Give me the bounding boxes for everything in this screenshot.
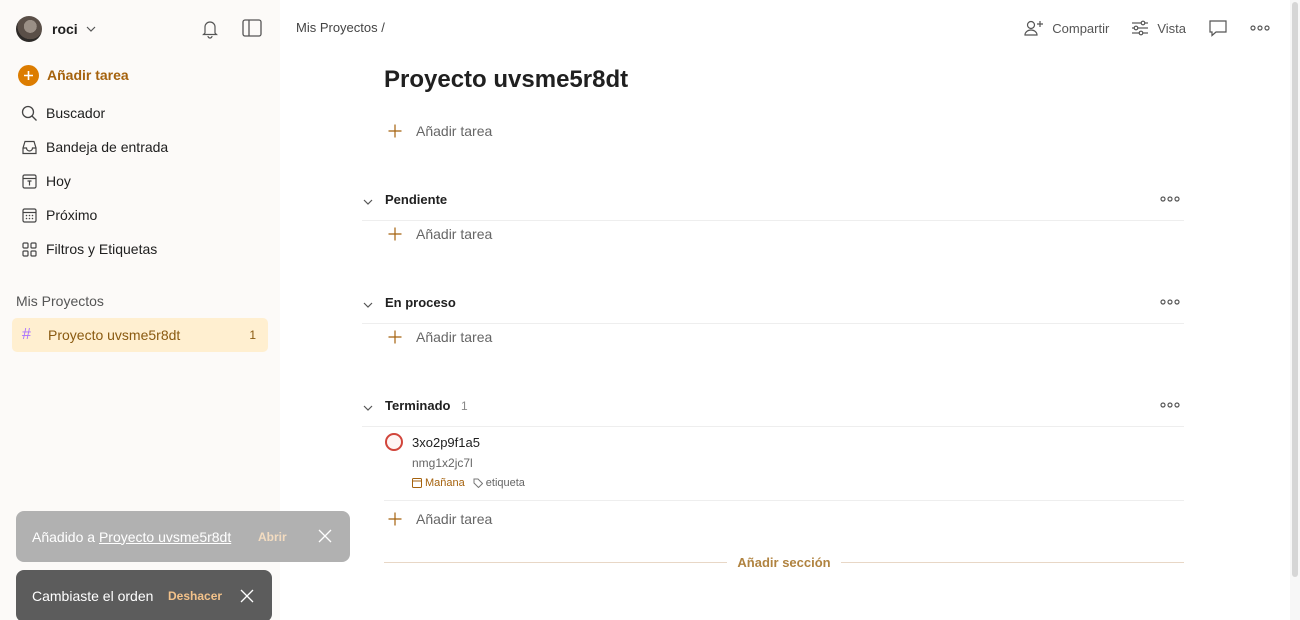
section-name[interactable]: En proceso: [385, 295, 456, 310]
divider: [384, 561, 728, 563]
calendar-upcoming-icon: [20, 206, 38, 224]
scrollbar[interactable]: [1290, 0, 1300, 620]
page-title[interactable]: Proyecto uvsme5r8dt: [384, 66, 628, 94]
project-count: 1: [249, 328, 256, 342]
toast-added: Añadido a Proyecto uvsme5r8dt Abrir: [16, 511, 350, 562]
add-task-label: Añadir tarea: [416, 329, 493, 345]
toast-project-link[interactable]: Proyecto uvsme5r8dt: [99, 529, 231, 545]
search-icon: [20, 104, 38, 122]
plus-icon: [388, 124, 402, 138]
sidebar-item-search[interactable]: Buscador: [12, 96, 268, 130]
toast-text: Añadido a Proyecto uvsme5r8dt: [32, 529, 231, 545]
toast-prefix: Añadido a: [32, 528, 96, 545]
more-button[interactable]: [1250, 25, 1270, 31]
add-task-row[interactable]: Añadir tarea: [388, 224, 492, 244]
task-label[interactable]: etiqueta: [473, 477, 525, 489]
sidebar-item-today[interactable]: Hoy: [12, 164, 268, 198]
undo-button[interactable]: Deshacer: [168, 589, 222, 603]
share-button[interactable]: Compartir: [1024, 19, 1109, 37]
section-name[interactable]: Pendiente: [385, 192, 447, 207]
user-menu[interactable]: roci: [16, 16, 96, 42]
task-meta: Mañana etiqueta: [412, 477, 525, 489]
comments-button[interactable]: [1208, 19, 1228, 37]
comment-icon: [1209, 20, 1227, 37]
add-task-label: Añadir tarea: [416, 226, 493, 242]
more-icon: [1250, 25, 1270, 31]
divider: [840, 561, 1185, 563]
add-person-icon: [1024, 20, 1044, 36]
more-icon[interactable]: [1160, 196, 1180, 202]
close-icon[interactable]: [318, 529, 332, 543]
section-count: 1: [461, 399, 468, 413]
tag-icon: [473, 478, 483, 488]
add-task-label: Añadir tarea: [47, 67, 129, 83]
avatar: [16, 16, 42, 42]
add-task-button[interactable]: Añadir tarea: [18, 64, 129, 86]
task-description: nmg1x2jc7l: [412, 456, 473, 470]
section-header: En proceso: [362, 294, 1184, 324]
sidebar-toggle-icon[interactable]: [242, 19, 262, 37]
calendar-today-icon: [20, 172, 38, 190]
chevron-down-icon[interactable]: [362, 196, 374, 208]
plus-icon: [18, 64, 39, 86]
chevron-down-icon: [86, 26, 96, 32]
more-icon[interactable]: [1160, 402, 1180, 408]
sidebar-item-label: Bandeja de entrada: [46, 139, 169, 155]
add-section-label: Añadir sección: [737, 554, 831, 570]
add-task-row[interactable]: Añadir tarea: [388, 121, 492, 141]
sidebar-item-inbox[interactable]: Bandeja de entrada: [12, 130, 268, 164]
section-header: Terminado 1: [362, 397, 1184, 427]
task-label-text: etiqueta: [485, 477, 525, 489]
toast-reorder: Cambiaste el orden Deshacer: [16, 570, 272, 620]
add-task-label: Añadir tarea: [416, 123, 493, 139]
plus-icon: [388, 330, 402, 344]
user-name: roci: [52, 21, 78, 37]
section-header: Pendiente: [362, 191, 1184, 221]
calendar-icon: [412, 478, 422, 488]
bell-icon[interactable]: [201, 19, 219, 39]
task-item[interactable]: 3xo2p9f1a5 nmg1x2jc7l Mañana etiqueta: [384, 430, 1184, 501]
close-icon[interactable]: [240, 589, 254, 603]
projects-heading[interactable]: Mis Proyectos: [16, 293, 104, 309]
filters-labels-icon: [20, 240, 38, 258]
sidebar-item-project[interactable]: # Proyecto uvsme5r8dt 1: [12, 318, 268, 352]
open-button[interactable]: Abrir: [258, 530, 287, 544]
plus-icon: [388, 512, 402, 526]
sliders-icon: [1132, 20, 1149, 36]
add-task-label: Añadir tarea: [416, 511, 493, 527]
chevron-down-icon[interactable]: [362, 299, 374, 311]
section-name[interactable]: Terminado: [385, 398, 451, 413]
breadcrumb[interactable]: Mis Proyectos /: [296, 20, 385, 35]
more-icon[interactable]: [1160, 299, 1180, 305]
inbox-icon: [20, 138, 38, 156]
view-label: Vista: [1157, 20, 1186, 36]
chevron-down-icon[interactable]: [362, 402, 374, 414]
hash-icon: #: [22, 326, 31, 343]
add-section-button[interactable]: Añadir sección: [384, 552, 1185, 572]
add-task-row[interactable]: Añadir tarea: [388, 509, 492, 529]
toast-text: Cambiaste el orden: [32, 588, 154, 604]
sidebar-item-upcoming[interactable]: Próximo: [12, 198, 268, 232]
view-button[interactable]: Vista: [1131, 20, 1186, 36]
sidebar-item-label: Filtros y Etiquetas: [46, 241, 158, 257]
sidebar-item-label: Hoy: [46, 173, 71, 189]
sidebar-item-label: Próximo: [46, 207, 98, 223]
sidebar-item-label: Buscador: [46, 105, 106, 121]
scrollbar-thumb[interactable]: [1292, 2, 1298, 577]
add-task-row[interactable]: Añadir tarea: [388, 327, 492, 347]
task-due-date[interactable]: Mañana: [412, 477, 465, 489]
sidebar-item-filters[interactable]: Filtros y Etiquetas: [12, 232, 268, 266]
plus-icon: [388, 227, 402, 241]
share-label: Compartir: [1052, 20, 1110, 36]
project-name: Proyecto uvsme5r8dt: [48, 327, 181, 343]
header-actions: Compartir Vista: [1002, 16, 1270, 40]
task-title[interactable]: 3xo2p9f1a5: [412, 435, 480, 450]
task-checkbox[interactable]: [385, 433, 403, 451]
task-due-label: Mañana: [425, 477, 465, 489]
sidebar-nav: Buscador Bandeja de entrada Hoy Próximo …: [12, 96, 268, 266]
